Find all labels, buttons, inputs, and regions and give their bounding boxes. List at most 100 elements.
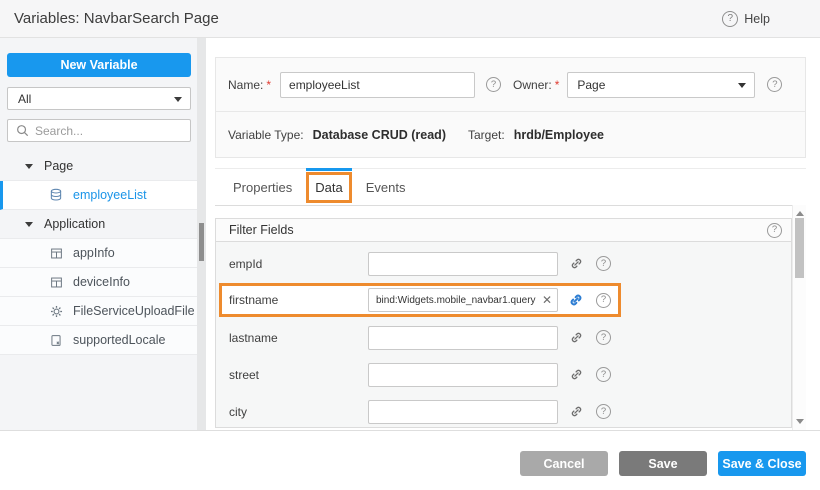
annotation-highlight-data-tab: Data (306, 172, 351, 203)
gear-icon (49, 305, 63, 318)
filter-row-lastname: lastname ? (216, 319, 791, 356)
street-input[interactable] (368, 363, 558, 387)
filter-fields-header: Filter Fields ? (216, 219, 791, 242)
filter-fields-panel: Filter Fields ? empId ? firstname (215, 218, 792, 428)
target-value: hrdb/Employee (514, 128, 604, 142)
bind-link-icon[interactable] (568, 367, 584, 383)
field-label: firstname (229, 293, 368, 307)
variable-type-value: Database CRUD (read) (313, 128, 446, 142)
tree-group-label: Page (44, 159, 73, 173)
content-scrollbar-thumb[interactable] (795, 218, 804, 278)
field-help-icon[interactable]: ? (596, 404, 611, 419)
field-label: lastname (229, 331, 368, 345)
empid-input[interactable] (368, 252, 558, 276)
search-icon (16, 124, 29, 137)
tree-item-label: appInfo (73, 246, 115, 260)
owner-required-marker: * (555, 78, 560, 92)
bind-link-icon-active[interactable] (568, 292, 584, 308)
field-label: empId (229, 257, 368, 271)
owner-help-icon[interactable]: ? (767, 77, 782, 92)
scroll-down-icon[interactable] (796, 419, 804, 424)
variable-filter-select[interactable]: All (7, 87, 191, 110)
variable-info-panel: Name: * ? Owner: * Page ? Variable Type:… (215, 57, 806, 158)
collapse-caret-icon (25, 164, 33, 169)
field-help-icon[interactable]: ? (596, 293, 611, 308)
city-input[interactable] (368, 400, 558, 424)
name-input[interactable] (280, 72, 475, 98)
field-help-icon[interactable]: ? (596, 330, 611, 345)
help-circle-icon: ? (722, 11, 738, 27)
owner-select[interactable]: Page (567, 72, 755, 98)
dialog-header: Variables: NavbarSearch Page ? Help (0, 0, 820, 38)
target-label: Target: (468, 128, 505, 142)
filter-row-empid: empId ? (216, 245, 791, 282)
tree-item-label: deviceInfo (73, 275, 130, 289)
tree-item-label: FileServiceUploadFile (73, 304, 195, 318)
filter-row-firstname: firstname bind:Widgets.mobile_navbar1.qu… (216, 282, 791, 319)
page-title: Variables: NavbarSearch Page (14, 10, 219, 27)
field-help-icon[interactable]: ? (596, 367, 611, 382)
filter-row-street: street ? (216, 356, 791, 393)
type-target-row: Variable Type: Database CRUD (read) Targ… (216, 112, 805, 158)
chevron-down-icon (738, 83, 746, 88)
field-label: street (229, 368, 368, 382)
tab-data[interactable]: Data (309, 180, 348, 195)
variable-filter-value: All (18, 92, 31, 106)
new-variable-button[interactable]: New Variable (7, 53, 191, 77)
tree-group-application[interactable]: Application (0, 210, 197, 239)
bind-link-icon[interactable] (568, 256, 584, 272)
scroll-up-icon[interactable] (796, 211, 804, 216)
help-label: Help (744, 12, 770, 26)
name-help-icon[interactable]: ? (486, 77, 501, 92)
filter-fields-body: empId ? firstname bind:Widgets.mobile_na… (216, 242, 791, 430)
owner-label: Owner: (513, 78, 552, 92)
tree-item-employeelist[interactable]: employeeList (0, 181, 197, 210)
variables-sidebar: New Variable All Page (0, 38, 206, 430)
bind-link-icon[interactable] (568, 404, 584, 420)
search-box (7, 119, 191, 142)
lastname-input[interactable] (368, 326, 558, 350)
grid-icon (49, 247, 63, 260)
filter-row-city: city ? (216, 393, 791, 430)
filter-fields-title: Filter Fields (229, 223, 294, 237)
variables-tree: Page employeeList Application appIn (0, 152, 197, 355)
name-label: Name: (228, 78, 263, 92)
sidebar-scrollbar-thumb[interactable] (199, 223, 204, 261)
content-scrollbar[interactable] (792, 205, 806, 430)
document-icon (49, 334, 63, 347)
save-button[interactable]: Save (619, 451, 707, 476)
tree-item-label: supportedLocale (73, 333, 165, 347)
detail-tabs: Properties Data Events (215, 168, 806, 206)
tree-group-page[interactable]: Page (0, 152, 197, 181)
owner-value: Page (577, 78, 605, 92)
tree-item-supportedlocale[interactable]: supportedLocale (0, 326, 197, 355)
database-icon (49, 188, 63, 202)
tab-properties[interactable]: Properties (223, 169, 302, 205)
search-input[interactable] (35, 124, 175, 138)
filter-fields-help-icon[interactable]: ? (767, 223, 782, 238)
variable-detail-panel: Name: * ? Owner: * Page ? Variable Type:… (206, 38, 820, 430)
save-and-close-button[interactable]: Save & Close (718, 451, 806, 476)
tree-item-deviceinfo[interactable]: deviceInfo (0, 268, 197, 297)
sidebar-scrollbar[interactable] (197, 38, 206, 430)
tree-item-fileserviceuploadfile[interactable]: FileServiceUploadFile (0, 297, 197, 326)
tree-item-label: employeeList (73, 188, 147, 202)
field-label: city (229, 405, 368, 419)
collapse-caret-icon (25, 222, 33, 227)
tree-group-label: Application (44, 217, 105, 231)
help-button[interactable]: ? Help (722, 11, 770, 27)
cancel-button[interactable]: Cancel (520, 451, 608, 476)
clear-binding-icon[interactable]: ✕ (542, 294, 552, 306)
field-help-icon[interactable]: ? (596, 256, 611, 271)
dialog-footer: Cancel Save Save & Close (0, 430, 820, 490)
tab-events[interactable]: Events (356, 169, 416, 205)
bind-link-icon[interactable] (568, 330, 584, 346)
annotation-highlight-firstname-row: firstname bind:Widgets.mobile_navbar1.qu… (219, 283, 621, 317)
active-tab-indicator (306, 168, 351, 171)
target-group: Target: hrdb/Employee (468, 128, 604, 142)
grid-icon (49, 276, 63, 289)
tree-item-appinfo[interactable]: appInfo (0, 239, 197, 268)
chevron-down-icon (174, 97, 182, 102)
name-owner-row: Name: * ? Owner: * Page ? (216, 58, 805, 112)
firstname-bound-input[interactable]: bind:Widgets.mobile_navbar1.query ✕ (368, 288, 558, 312)
